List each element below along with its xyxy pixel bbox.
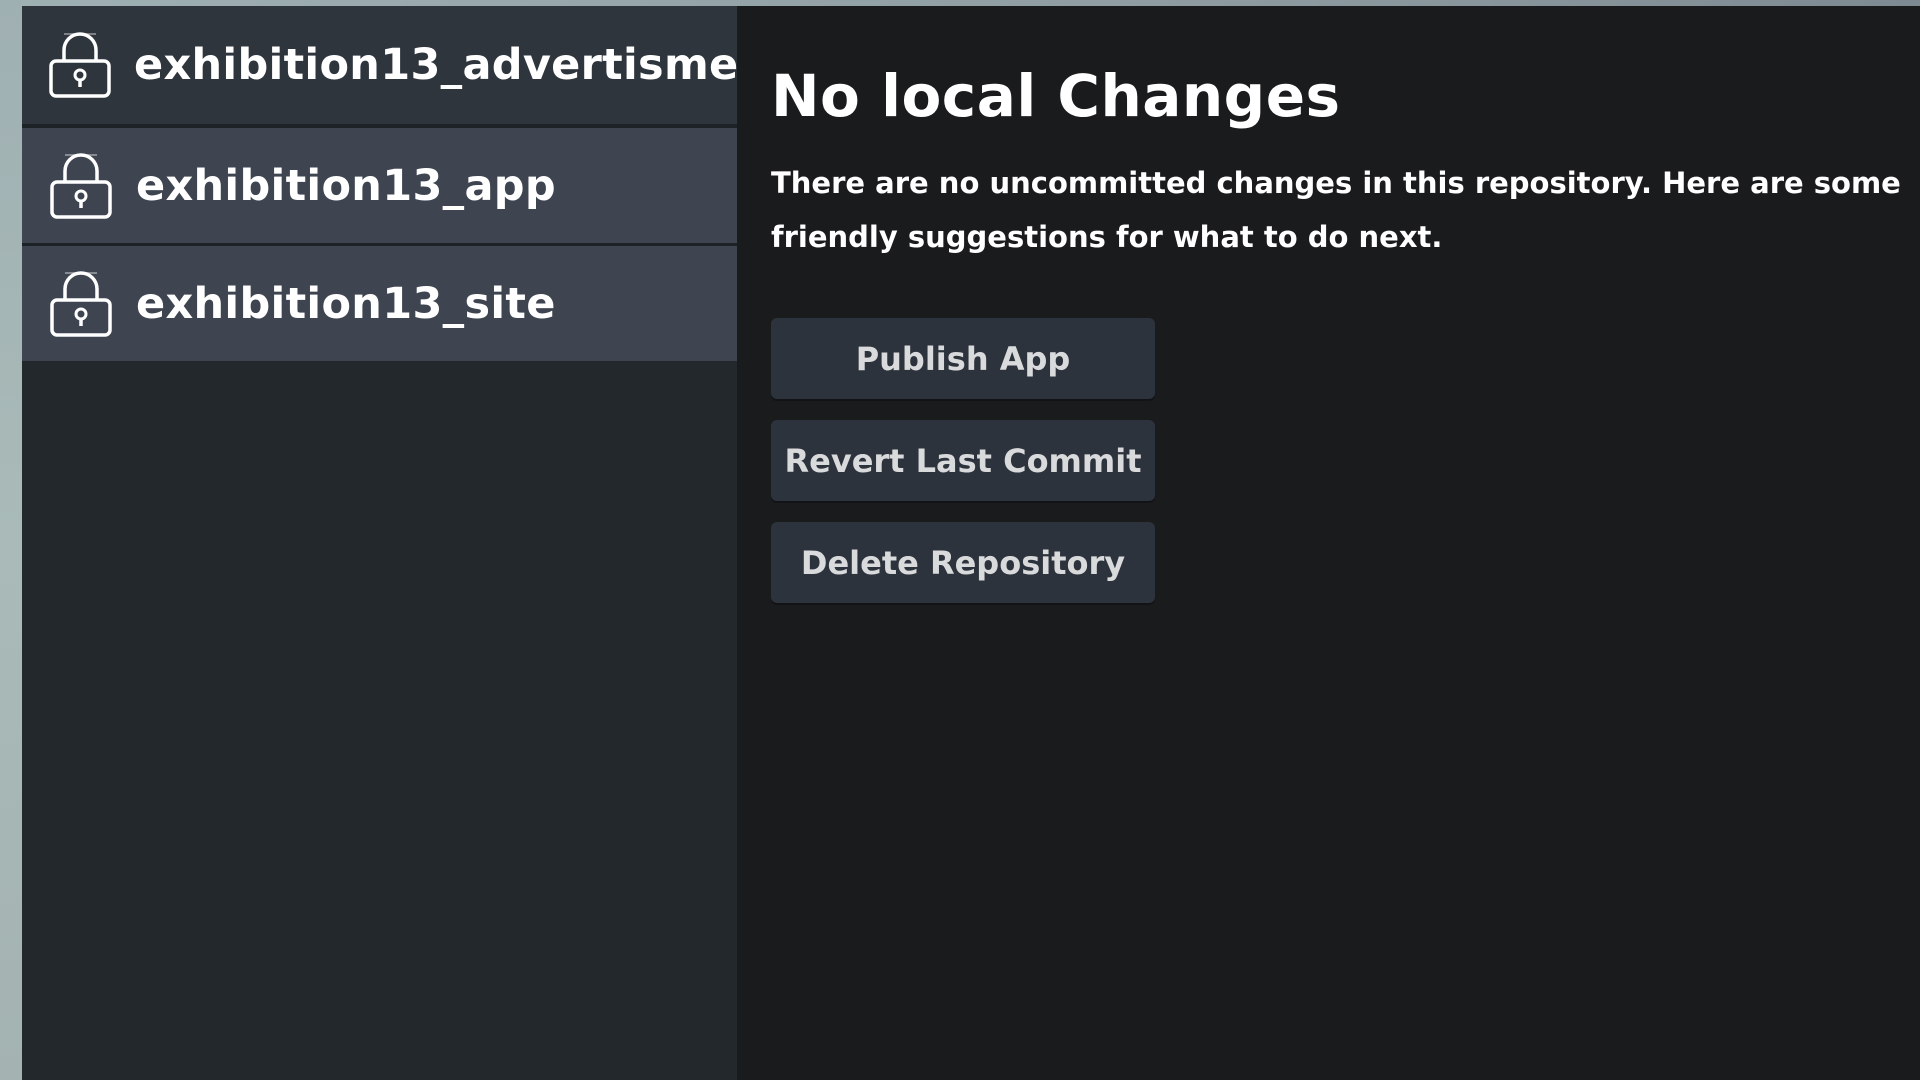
delete-repository-button[interactable]: Delete Repository: [771, 522, 1155, 603]
lock-icon: [48, 30, 112, 100]
repository-item-exhibition13-app[interactable]: exhibition13_app: [22, 128, 737, 243]
repository-item-exhibition13-site[interactable]: exhibition13_site: [22, 246, 737, 361]
repository-sidebar: exhibition13_advertisment exhibition13_a…: [22, 6, 790, 1080]
main-panel: No local Changes There are no uncommitte…: [737, 6, 1920, 1080]
lock-icon: [48, 151, 114, 221]
publish-app-button[interactable]: Publish App: [771, 318, 1155, 399]
revert-last-commit-button[interactable]: Revert Last Commit: [771, 420, 1155, 501]
repository-name: exhibition13_app: [136, 160, 556, 211]
repository-item-exhibition13-advertisment[interactable]: exhibition13_advertisment: [22, 6, 790, 124]
page-description: There are no uncommitted changes in this…: [771, 166, 1901, 254]
page-title: No local Changes: [771, 62, 1341, 130]
repository-name: exhibition13_site: [136, 278, 556, 329]
lock-icon: [48, 269, 114, 339]
desktop-backdrop: [0, 0, 22, 1080]
repository-name: exhibition13_advertisment: [134, 40, 791, 90]
